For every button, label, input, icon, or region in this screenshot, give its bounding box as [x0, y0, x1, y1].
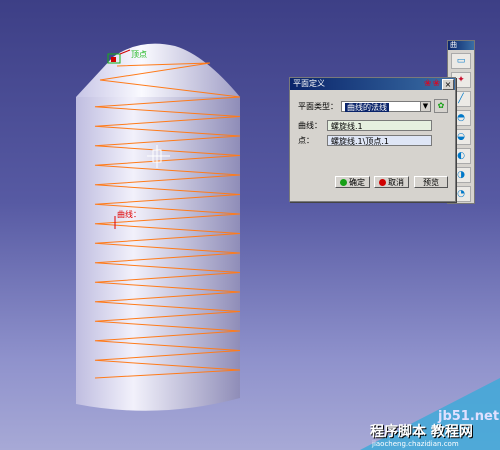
watermark-url: jiaocheng.chazidian.com	[372, 440, 459, 448]
watermark-caption: 程序脚本 教程网	[370, 424, 473, 440]
watermark-shape	[360, 378, 500, 450]
